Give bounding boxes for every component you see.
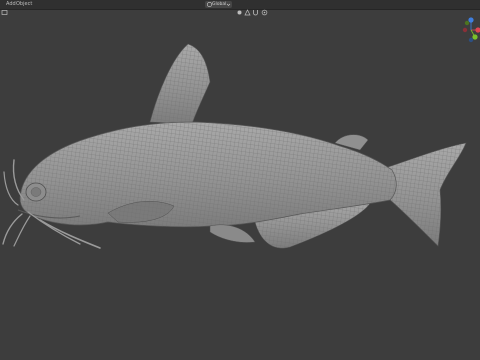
proportional-edit-icon[interactable] — [261, 1, 268, 16]
neg-y-axis-handle[interactable] — [464, 20, 470, 26]
menu-object[interactable]: Object — [16, 0, 32, 9]
transform-orientation-dropdown[interactable]: Global — [205, 1, 232, 8]
y-axis-handle[interactable] — [472, 34, 478, 40]
neg-x-axis-handle[interactable] — [462, 27, 468, 33]
viewport-header: Add Object Global — [0, 0, 480, 16]
navigation-gizmo[interactable] — [462, 16, 480, 44]
3d-viewport[interactable]: Add Object Global — [0, 0, 480, 360]
transform-pivot-icon[interactable] — [236, 1, 243, 15]
menu-add[interactable]: Add — [6, 0, 16, 9]
chevron-down-icon — [226, 3, 231, 6]
magnet-icon[interactable] — [252, 1, 259, 16]
z-axis-handle[interactable] — [468, 17, 474, 23]
pelvic-fin — [209, 224, 256, 243]
transform-orientation-label: Global — [212, 2, 227, 7]
x-axis-handle[interactable] — [475, 27, 480, 33]
snap-icon[interactable] — [244, 1, 251, 16]
neg-z-axis-handle[interactable] — [468, 37, 474, 43]
catfish-mesh[interactable] — [0, 0, 480, 360]
